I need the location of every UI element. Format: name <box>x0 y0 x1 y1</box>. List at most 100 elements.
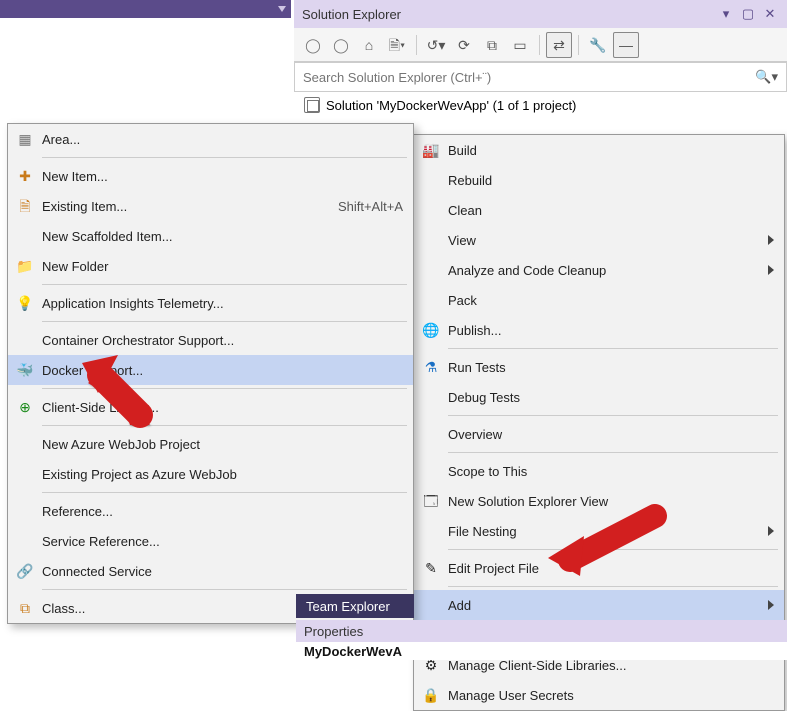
menu-item-edit-project-file[interactable]: ✎Edit Project File <box>414 553 784 583</box>
menu-item-view[interactable]: View <box>414 225 784 255</box>
menu-item-label: Debug Tests <box>448 390 774 405</box>
telemetry-icon: 💡 <box>8 296 42 310</box>
menu-item-label: Rebuild <box>448 173 774 188</box>
menu-item-manage-user-secrets[interactable]: 🔒Manage User Secrets <box>414 680 784 710</box>
show-all-icon[interactable]: ⇄ <box>546 32 572 58</box>
menu-item-label: New Folder <box>42 259 403 274</box>
home-icon[interactable]: ⌂ <box>356 32 382 58</box>
menu-separator <box>448 348 778 349</box>
solution-node[interactable]: Solution 'MyDockerWevApp' (1 of 1 projec… <box>294 92 787 118</box>
client-lib-icon: ⊕ <box>8 400 42 414</box>
existing-item-icon: 🗎 <box>8 199 42 213</box>
menu-item-new-folder[interactable]: 📁New Folder <box>8 251 413 281</box>
menu-item-scope-to-this[interactable]: Scope to This <box>414 456 784 486</box>
dropdown-caret-icon[interactable] <box>278 6 286 12</box>
menu-separator <box>42 388 407 389</box>
menu-separator <box>42 589 407 590</box>
menu-item-reference[interactable]: Reference... <box>8 496 413 526</box>
menu-item-build[interactable]: 🏭Build <box>414 135 784 165</box>
properties-header: Properties <box>296 620 787 642</box>
build-icon: 🏭 <box>414 143 448 157</box>
refresh-icon[interactable]: ⟳ <box>451 32 477 58</box>
menu-separator <box>448 415 778 416</box>
menu-item-label: Class... <box>42 601 307 616</box>
menu-item-existing-item[interactable]: 🗎Existing Item...Shift+Alt+A <box>8 191 413 221</box>
pin-icon[interactable]: ▢ <box>739 5 757 23</box>
menu-item-label: Existing Project as Azure WebJob <box>42 467 403 482</box>
menu-item-label: Publish... <box>448 323 774 338</box>
menu-separator <box>42 284 407 285</box>
forward-icon[interactable]: ◯ <box>328 32 354 58</box>
user-lock-icon: 🔒 <box>414 688 448 702</box>
menu-item-debug-tests[interactable]: Debug Tests <box>414 382 784 412</box>
sync-icon[interactable]: ↺▾ <box>423 32 449 58</box>
solution-icon <box>304 97 320 113</box>
menu-item-new-scaffolded-item[interactable]: New Scaffolded Item... <box>8 221 413 251</box>
menu-item-label: Clean <box>448 203 774 218</box>
menu-item-add[interactable]: Add <box>414 590 784 620</box>
menu-separator <box>448 452 778 453</box>
menu-item-label: Service Reference... <box>42 534 403 549</box>
solution-explorer-panel: Solution Explorer ▾ ▢ ✕ ◯ ◯ ⌂ 🗎▾ ↺▾ ⟳ ⧉ … <box>294 0 787 118</box>
menu-item-clean[interactable]: Clean <box>414 195 784 225</box>
menu-item-label: File Nesting <box>448 524 748 539</box>
toolbar-separator <box>539 35 540 55</box>
menu-item-new-azure-webjob-project[interactable]: New Azure WebJob Project <box>8 429 413 459</box>
wrench-icon[interactable]: 🔧 <box>585 32 611 58</box>
properties-icon[interactable]: — <box>613 32 639 58</box>
menu-item-label: Analyze and Code Cleanup <box>448 263 748 278</box>
menu-item-client-side-library[interactable]: ⊕Client-Side Library... <box>8 392 413 422</box>
menu-item-existing-project-as-azure-webjob[interactable]: Existing Project as Azure WebJob <box>8 459 413 489</box>
menu-item-container-orchestrator-support[interactable]: Container Orchestrator Support... <box>8 325 413 355</box>
folder-icon: 📁 <box>8 259 42 273</box>
solution-label: Solution 'MyDockerWevApp' (1 of 1 projec… <box>326 98 576 113</box>
team-explorer-tab[interactable]: Team Explorer <box>296 594 414 618</box>
team-explorer-label: Team Explorer <box>306 599 390 614</box>
menu-item-overview[interactable]: Overview <box>414 419 784 449</box>
menu-item-label: Client-Side Library... <box>42 400 403 415</box>
menu-item-label: View <box>448 233 748 248</box>
new-item-icon: ✚ <box>8 169 42 183</box>
menu-item-label: Edit Project File <box>448 561 774 576</box>
menu-item-new-solution-explorer-view[interactable]: 🗔New Solution Explorer View <box>414 486 784 516</box>
class-icon: ⧉ <box>8 601 42 615</box>
back-icon[interactable]: ◯ <box>300 32 326 58</box>
panel-dropdown-icon[interactable]: ▾ <box>717 5 735 23</box>
search-icon[interactable]: 🔍▾ <box>755 69 778 85</box>
menu-item-rebuild[interactable]: Rebuild <box>414 165 784 195</box>
globe-icon: 🌐 <box>414 323 448 337</box>
menu-item-label: Container Orchestrator Support... <box>42 333 403 348</box>
collapse-icon[interactable]: ▭ <box>507 32 533 58</box>
new-view-icon: 🗔 <box>414 494 448 508</box>
connected-svc-icon: 🔗 <box>8 564 42 578</box>
editor-tabstrip <box>0 0 291 18</box>
menu-item-area[interactable]: ▦Area... <box>8 124 413 154</box>
project-name-value: MyDockerWevA <box>304 644 402 659</box>
chevron-right-icon <box>768 526 774 536</box>
menu-item-publish[interactable]: 🌐Publish... <box>414 315 784 345</box>
properties-title: Properties <box>304 624 363 639</box>
menu-separator <box>42 492 407 493</box>
menu-item-label: Pack <box>448 293 774 308</box>
menu-item-analyze-and-code-cleanup[interactable]: Analyze and Code Cleanup <box>414 255 784 285</box>
menu-item-label: Scope to This <box>448 464 774 479</box>
panel-title: Solution Explorer <box>302 7 401 22</box>
menu-item-docker-support[interactable]: 🐳Docker Support... <box>8 355 413 385</box>
close-icon[interactable]: ✕ <box>761 5 779 23</box>
save-all-icon[interactable]: 🗎▾ <box>384 32 410 58</box>
search-box[interactable]: 🔍▾ <box>294 62 787 92</box>
menu-item-run-tests[interactable]: ⚗Run Tests <box>414 352 784 382</box>
menu-item-file-nesting[interactable]: File Nesting <box>414 516 784 546</box>
menu-separator <box>42 321 407 322</box>
menu-item-label: Manage User Secrets <box>448 688 774 703</box>
search-input[interactable] <box>303 70 755 85</box>
menu-item-connected-service[interactable]: 🔗Connected Service <box>8 556 413 586</box>
menu-item-pack[interactable]: Pack <box>414 285 784 315</box>
menu-item-label: Add <box>448 598 748 613</box>
menu-separator <box>448 549 778 550</box>
copy-icon[interactable]: ⧉ <box>479 32 505 58</box>
docker-icon: 🐳 <box>8 363 42 377</box>
menu-item-application-insights-telemetry[interactable]: 💡Application Insights Telemetry... <box>8 288 413 318</box>
menu-item-service-reference[interactable]: Service Reference... <box>8 526 413 556</box>
menu-item-new-item[interactable]: ✚New Item... <box>8 161 413 191</box>
